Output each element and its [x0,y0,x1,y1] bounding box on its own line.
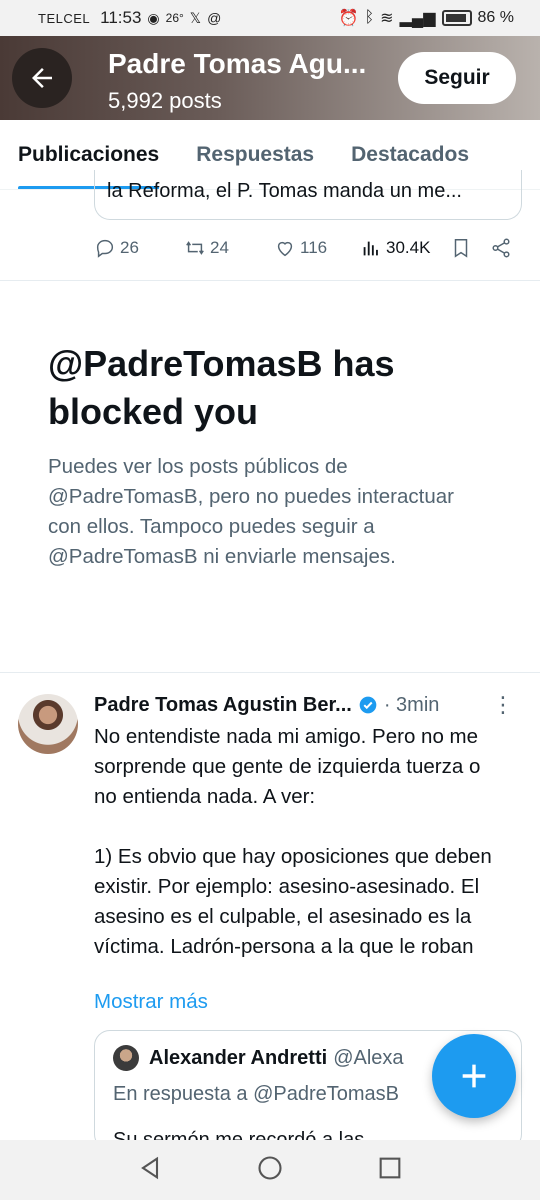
bookmark-button[interactable] [450,237,490,259]
reply-button[interactable]: 26 [94,237,184,259]
plus-icon [462,1064,486,1088]
quoted-handle: @Alexa [333,1046,404,1069]
post-count: 5,992 posts [108,88,222,113]
quoted-tweet-header: Alexander Andretti @Alexa [113,1045,404,1071]
profile-name: Padre Tomas Agu... [108,48,367,79]
quoted-post-card[interactable]: la Reforma, el P. Tomas manda un me... [94,170,522,220]
show-more-link[interactable]: Mostrar más [94,990,208,1014]
wifi-icon: ≋ [380,10,394,27]
signal-icon: ▂▄▆ [399,10,436,27]
alarm-icon: ⏰ [338,10,359,27]
blocked-description: Puedes ver los posts públicos de @PadreT… [48,455,454,568]
avatar [113,1045,139,1071]
profile-header: Padre Tomas Agu... 5,992 posts Seguir [0,36,540,120]
status-bar: TELCEL 11:53 ◉ 26° 𝕏 @ ⏰ ᛒ ≋ ▂▄▆ 86 % [0,0,540,36]
reply-context: En respuesta a @PadreTomasB [113,1083,400,1105]
system-navigation-bar [0,1140,540,1200]
repost-icon [186,241,204,255]
share-icon [492,238,510,258]
follow-button[interactable]: Seguir [398,52,516,104]
clock: 11:53 [100,8,142,27]
threads-icon: @ [207,10,222,26]
tweet-header: Padre Tomas Agustin Ber... · 3min ⋮ [94,690,524,720]
bluetooth-icon: ᛒ [364,9,375,26]
tweet-time: · 3min [383,693,440,716]
like-button[interactable]: 116 [274,237,360,259]
verified-badge-icon [359,696,377,714]
like-count: 116 [300,238,328,257]
views-button[interactable]: 30.4K [360,237,450,259]
quoted-post-text: la Reforma, el P. Tomas manda un me... [107,180,462,202]
tweet-author[interactable]: Padre Tomas Agustin Ber... [94,694,352,717]
reply-count: 26 [120,238,139,257]
tweet-paragraph: No entendiste nada mi amigo. Pero no me … [94,725,481,808]
nav-back-button[interactable] [136,1154,164,1187]
nav-recents-button[interactable] [376,1154,404,1187]
bookmark-icon [454,239,468,258]
temperature: 26° [165,11,184,25]
views-count: 30.4K [386,238,431,257]
nav-home-button[interactable] [256,1154,284,1187]
post-actions: 26 24 116 30.4K [94,232,522,264]
tweet-text: No entendiste nada mi amigo. Pero no me … [94,722,504,992]
tweet-paragraph: 1) Es obvio que hay oposiciones que debe… [94,845,492,958]
divider [0,280,540,281]
triangle-back-icon [141,1156,159,1179]
square-recents-icon [379,1157,401,1178]
more-options-icon[interactable]: ⋮ [492,692,524,718]
divider [0,672,540,673]
avatar[interactable] [18,694,78,754]
views-icon [363,241,378,256]
reply-icon [96,239,114,258]
x-logo-icon: 𝕏 [189,9,202,26]
back-button[interactable] [12,48,72,108]
repost-button[interactable]: 24 [184,237,274,259]
blocked-title: @PadreTomasB has blocked you [48,343,395,432]
share-button[interactable] [490,237,512,259]
compose-button[interactable] [432,1034,516,1118]
circle-home-icon [258,1155,282,1180]
eye-icon: ◉ [147,9,160,26]
quoted-author: Alexander Andretti [149,1046,328,1069]
heart-icon [277,241,293,257]
arrow-left-icon [32,68,52,88]
battery-percent: 86 % [477,9,514,26]
battery-icon [441,10,472,26]
repost-count: 24 [210,238,229,257]
carrier-label: TELCEL [38,10,91,26]
